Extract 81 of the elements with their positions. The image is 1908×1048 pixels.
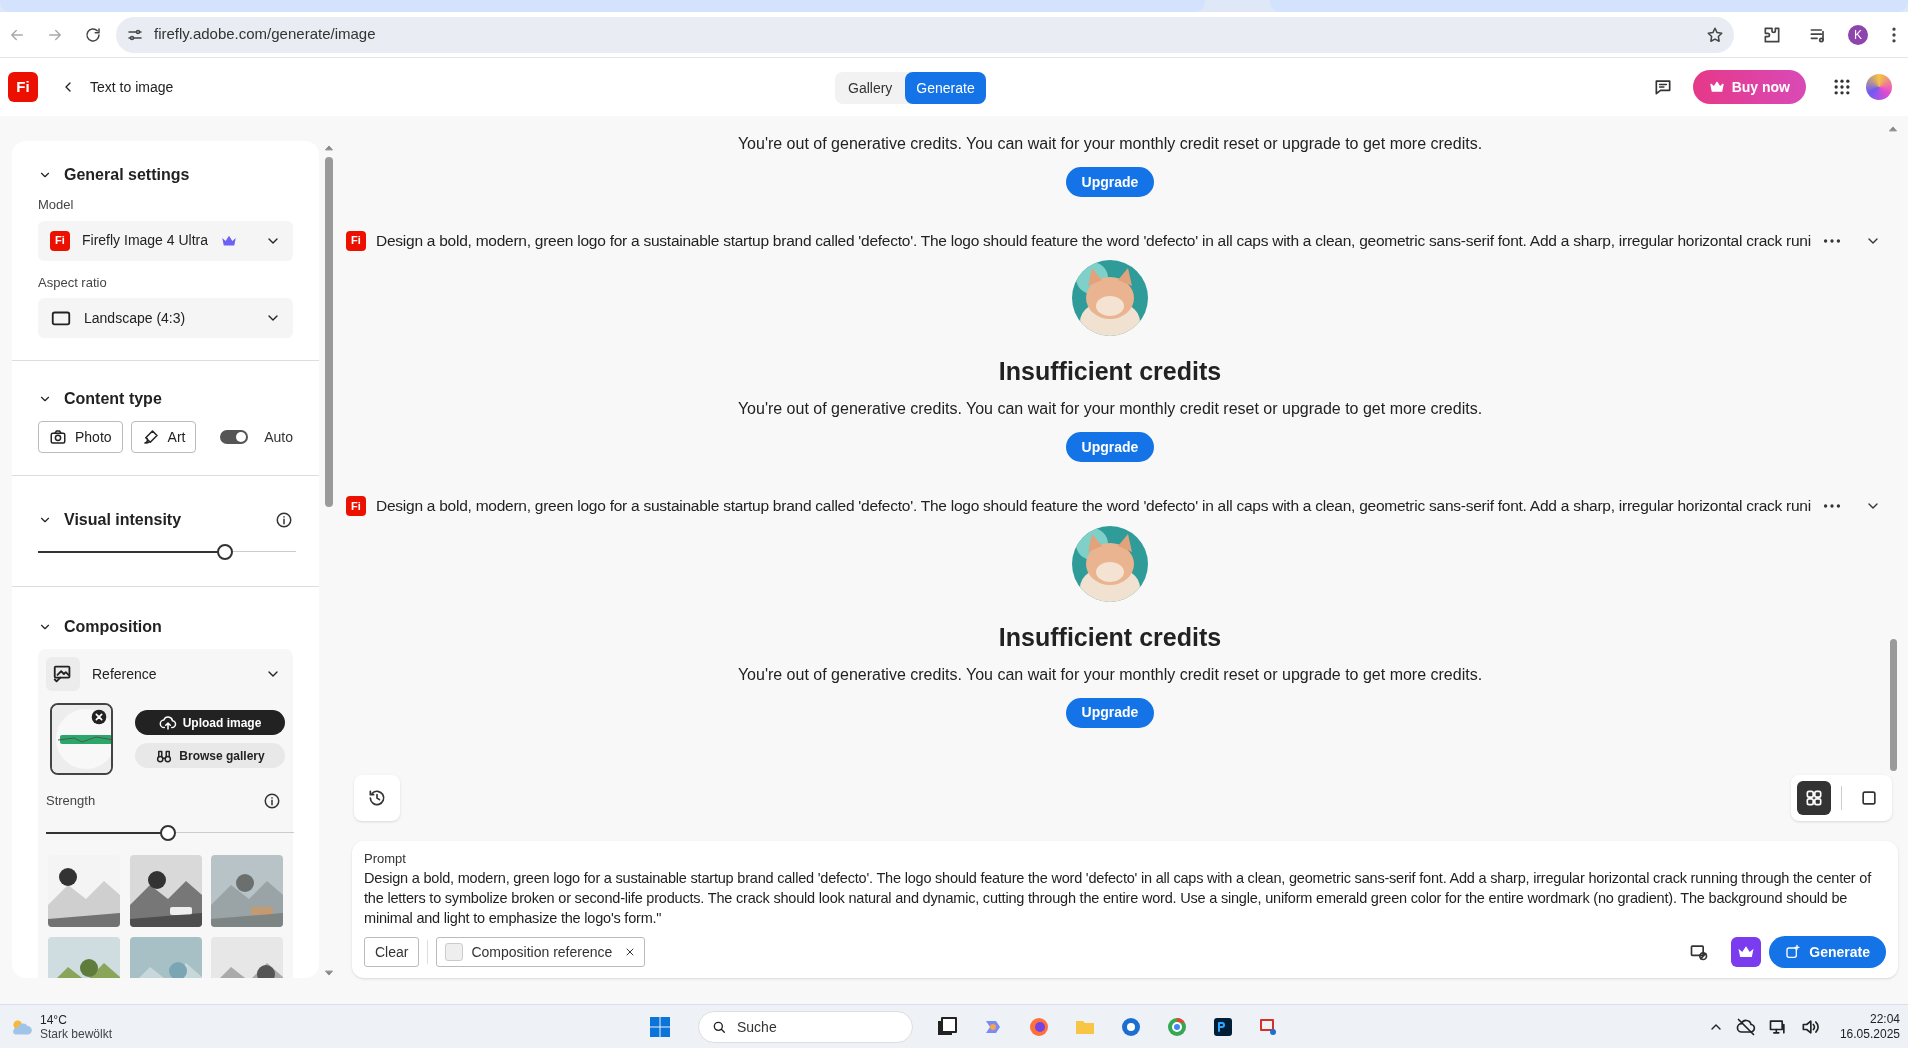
prompt-label: Prompt [364, 849, 407, 868]
apps-icon[interactable] [1832, 77, 1852, 97]
grid-view-icon[interactable] [1797, 780, 1831, 815]
clock-time[interactable]: 22:04 [1869, 1011, 1900, 1027]
model-logo: Fi [346, 230, 366, 251]
insufficient-credits-title: Insufficient credits [998, 356, 1222, 387]
cloud-offline-icon[interactable] [1735, 1016, 1756, 1037]
temperature[interactable]: 14°C [40, 1012, 113, 1027]
scrollbar-thumb[interactable] [1889, 639, 1897, 771]
section-title[interactable]: Visual intensity [64, 508, 182, 532]
prompt-text[interactable]: Design a bold, modern, green logo for a sustainable startup brand called 'defecto'. The logo should feature the word 'defecto' in all caps with a clean, geometric sans-serif font. Add a sharp, irregular horizontal crack running through the center of the letters to symbolize broken or second-life products. The crack should look natural and dynamic, cutting through the entire word. Use a single, uniform emerald green color for the entire wordmark (no gradient). The background should be minimal and light to emphasize the logo's form." [364, 868, 1886, 928]
slider-thumb[interactable] [159, 824, 176, 841]
composition-reference-chip[interactable]: Composition reference [436, 937, 646, 967]
upgrade-button[interactable]: Upgrade [1065, 697, 1155, 728]
scroll-down-icon[interactable] [324, 968, 334, 978]
prompt-text: Design a bold, modern, green logo for a sustainable startup brand called 'defecto'. The logo should feature the word 'defecto' in all caps with a clean, geometric sans-serif font. Add a sharp, irregular horizontal crack runi [376, 231, 1811, 251]
prompt-text: Design a bold, modern, green logo for a sustainable startup brand called 'defecto'. The logo should feature the word 'defecto' in all caps with a clean, geometric sans-serif font. Add a sharp, irregular horizontal crack runi [376, 496, 1811, 517]
toggle-label: Auto [264, 427, 293, 447]
address-bar[interactable]: firefly.adobe.com/generate/image [116, 16, 1735, 53]
cloud-upload-icon [158, 713, 177, 732]
photo-button[interactable]: Photo [38, 421, 123, 453]
account-avatar[interactable] [1866, 74, 1892, 100]
info-icon[interactable] [263, 791, 281, 810]
scroll-up-icon[interactable] [324, 143, 334, 153]
credits-message: You're out of generative credits. You can wait for your monthly credit reset or upgrade to get more credits. [737, 134, 1483, 154]
reload-icon[interactable] [84, 25, 102, 44]
info-icon[interactable] [275, 511, 293, 529]
clear-button[interactable]: Clear [364, 937, 420, 967]
credits-message: You're out of generative credits. You can wait for your monthly credit reset or upgrade to get more credits. [737, 664, 1483, 685]
aspect-ratio-dropdown[interactable]: Landscape (4:3) [38, 298, 293, 338]
buy-now-button[interactable]: Buy now [1692, 70, 1806, 104]
brush-icon [141, 428, 160, 446]
aspect-ratio-value: Landscape (4:3) [84, 308, 186, 328]
crown-icon[interactable] [1731, 937, 1762, 967]
scrollbar-thumb[interactable] [325, 157, 333, 507]
crown-icon [1708, 79, 1725, 95]
url-text: firefly.adobe.com/generate/image [154, 24, 377, 45]
slider[interactable] [46, 824, 294, 841]
tab[interactable]: Gallery [835, 72, 906, 104]
generate-button[interactable]: Generate [1769, 936, 1886, 968]
weather-text[interactable]: Stark bewölkt [40, 1026, 113, 1041]
field-label: Aspect ratio [38, 273, 108, 292]
section-title[interactable]: General settings [64, 163, 190, 187]
browser-icon[interactable] [1119, 1015, 1143, 1039]
scroll-up-icon[interactable] [1888, 124, 1898, 134]
prompt-box[interactable] [352, 840, 1898, 978]
model-name: Firefly Image 4 Ultra [82, 231, 209, 250]
reference-image-icon [46, 657, 80, 691]
profile-avatar[interactable]: K [1848, 24, 1868, 45]
upload-image-button[interactable]: Upload image [135, 710, 285, 735]
field-label: Model [38, 196, 75, 214]
chip-label: Composition reference [471, 942, 613, 962]
section-title[interactable]: Content type [64, 387, 162, 411]
remove-icon[interactable] [91, 709, 107, 725]
slider[interactable] [38, 544, 296, 560]
art-button[interactable]: Art [130, 421, 197, 453]
browse-gallery-button[interactable]: Browse gallery [135, 743, 285, 768]
image-settings-icon[interactable] [1689, 942, 1710, 962]
app-logo[interactable]: Fi [8, 72, 38, 102]
camera-icon [49, 428, 67, 446]
windows-start-icon[interactable] [648, 1015, 672, 1039]
model-logo: Fi [346, 495, 366, 516]
field-label: Strength [46, 792, 96, 810]
taskbar-search[interactable]: Suche [698, 1011, 913, 1043]
upgrade-button[interactable]: Upgrade [1065, 167, 1155, 197]
slider-thumb[interactable] [217, 544, 234, 560]
history-icon[interactable] [354, 774, 400, 821]
star-icon[interactable] [1706, 25, 1725, 44]
auto-toggle[interactable] [220, 430, 249, 444]
credits-message: You're out of generative credits. You can wait for your monthly credit reset or upgrade to get more credits. [737, 399, 1483, 420]
section-title[interactable]: Composition [64, 615, 162, 639]
tab[interactable]: Generate [905, 72, 986, 104]
page-title: Text to image [90, 77, 174, 97]
search-placeholder: Suche [737, 1017, 777, 1037]
reference-label: Reference [92, 664, 157, 684]
upgrade-button[interactable]: Upgrade [1065, 432, 1155, 463]
search-icon [711, 1019, 727, 1035]
clock-date[interactable]: 16.05.2025 [1839, 1026, 1900, 1042]
insufficient-credits-title: Insufficient credits [998, 621, 1222, 652]
model-logo: Fi [50, 230, 70, 251]
model-dropdown[interactable]: Fi Firefly Image 4 Ultra [38, 220, 293, 261]
